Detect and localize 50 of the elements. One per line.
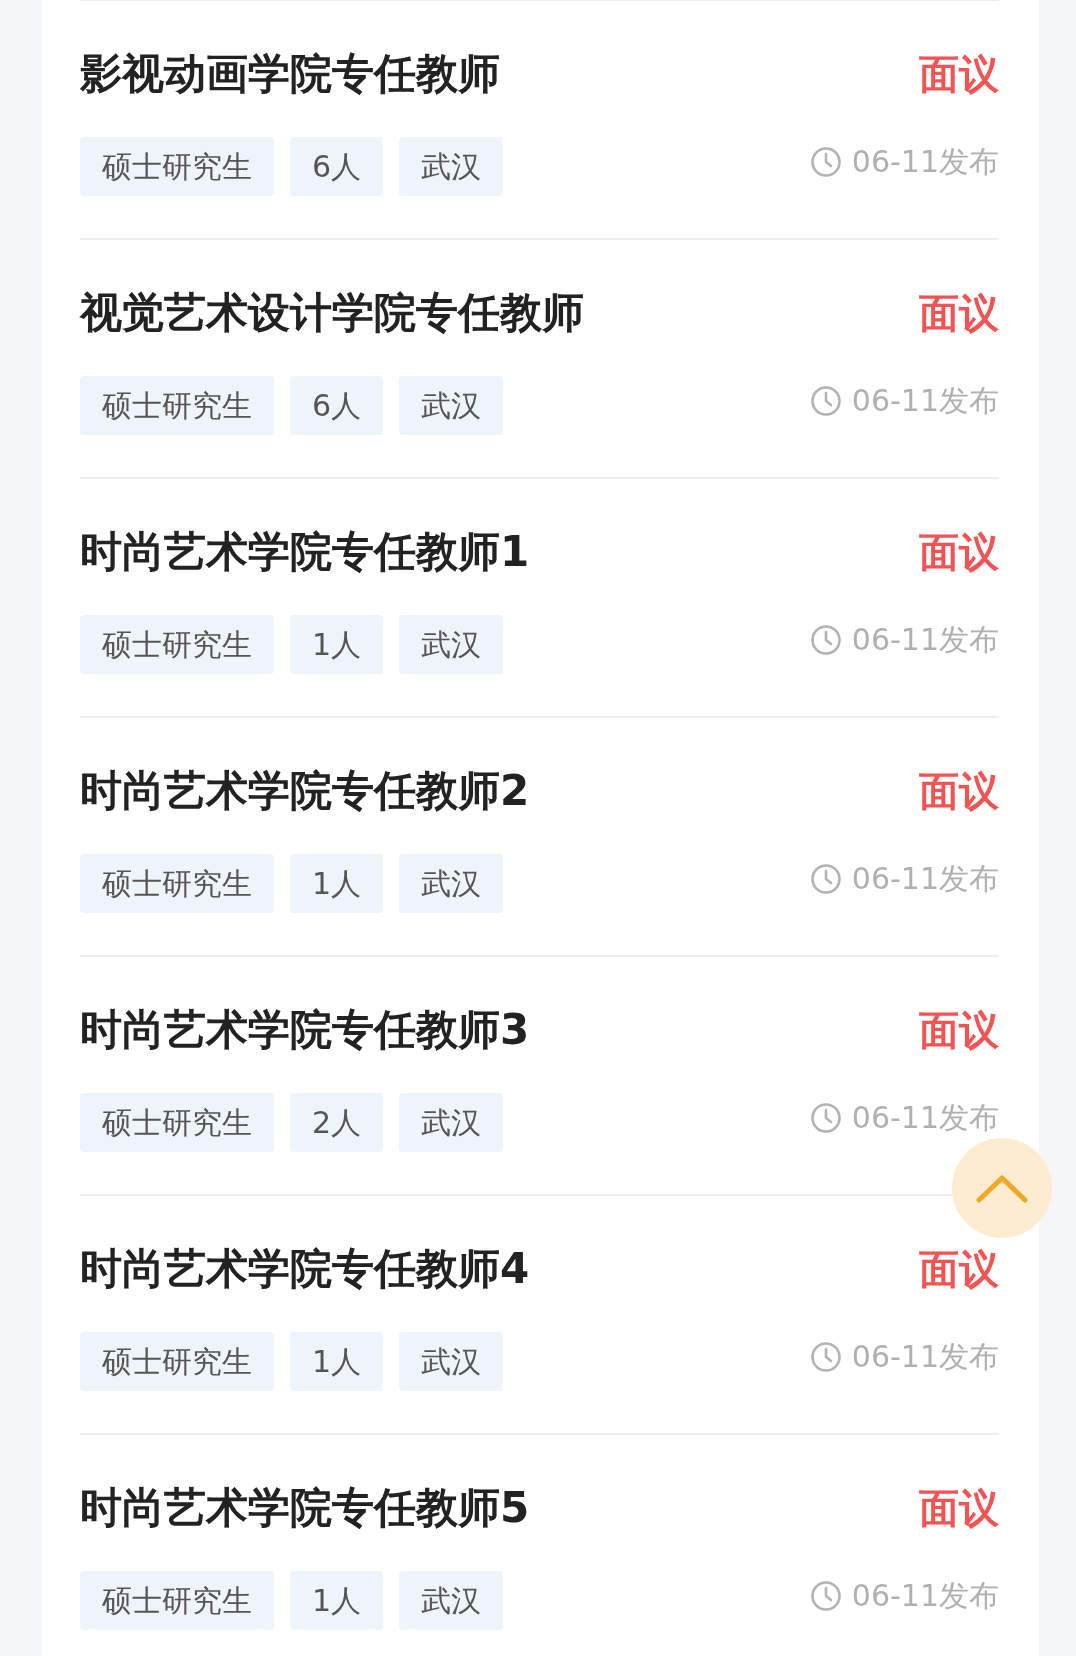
job-title: 时尚艺术学院专任教师3 bbox=[80, 1005, 530, 1055]
salary-label: 面议 bbox=[919, 1006, 999, 1055]
job-title: 影视动画学院专任教师 bbox=[80, 49, 500, 99]
clock-icon bbox=[809, 145, 842, 178]
tag: 2人 bbox=[290, 1093, 384, 1152]
tag: 硕士研究生 bbox=[80, 615, 274, 674]
salary-label: 面议 bbox=[919, 50, 999, 99]
tag: 1人 bbox=[290, 1571, 384, 1630]
tag: 6人 bbox=[290, 376, 384, 435]
tag: 硕士研究生 bbox=[80, 137, 274, 196]
tag: 1人 bbox=[290, 854, 384, 913]
tag: 硕士研究生 bbox=[80, 1332, 274, 1391]
publish-date: 06-11发布 bbox=[851, 1337, 999, 1376]
clock-icon bbox=[809, 1579, 842, 1612]
tag: 硕士研究生 bbox=[80, 376, 274, 435]
publish-date: 06-11发布 bbox=[851, 381, 999, 420]
tag: 武汉 bbox=[399, 1571, 504, 1630]
tag: 硕士研究生 bbox=[80, 1571, 274, 1630]
salary-label: 面议 bbox=[919, 289, 999, 338]
publish-date: 06-11发布 bbox=[851, 142, 999, 181]
tag: 武汉 bbox=[399, 137, 504, 196]
job-title: 时尚艺术学院专任教师2 bbox=[80, 766, 530, 816]
tag: 1人 bbox=[290, 615, 384, 674]
chevron-up-icon bbox=[976, 1173, 1028, 1203]
salary-label: 面议 bbox=[919, 767, 999, 816]
salary-label: 面议 bbox=[919, 1245, 999, 1294]
clock-icon bbox=[809, 1340, 842, 1373]
salary-label: 面议 bbox=[919, 528, 999, 577]
job-title: 时尚艺术学院专任教师1 bbox=[80, 527, 530, 577]
publish-date: 06-11发布 bbox=[851, 859, 999, 898]
job-title: 视觉艺术设计学院专任教师 bbox=[80, 288, 584, 338]
clock-icon bbox=[809, 384, 842, 417]
job-title: 时尚艺术学院专任教师4 bbox=[80, 1244, 530, 1294]
publish-date: 06-11发布 bbox=[851, 1576, 999, 1615]
tag: 武汉 bbox=[399, 1093, 504, 1152]
salary-label: 面议 bbox=[919, 1484, 999, 1533]
tag: 硕士研究生 bbox=[80, 1093, 274, 1152]
publish-date: 06-11发布 bbox=[851, 1098, 999, 1137]
tag: 武汉 bbox=[399, 615, 504, 674]
tag: 1人 bbox=[290, 1332, 384, 1391]
clock-icon bbox=[809, 862, 842, 895]
tag: 武汉 bbox=[399, 854, 504, 913]
tag: 武汉 bbox=[399, 376, 504, 435]
job-title: 时尚艺术学院专任教师5 bbox=[80, 1483, 530, 1533]
tag: 硕士研究生 bbox=[80, 854, 274, 913]
tag: 6人 bbox=[290, 137, 384, 196]
publish-date: 06-11发布 bbox=[851, 620, 999, 659]
clock-icon bbox=[809, 623, 842, 656]
tag: 武汉 bbox=[399, 1332, 504, 1391]
clock-icon bbox=[809, 1101, 842, 1134]
